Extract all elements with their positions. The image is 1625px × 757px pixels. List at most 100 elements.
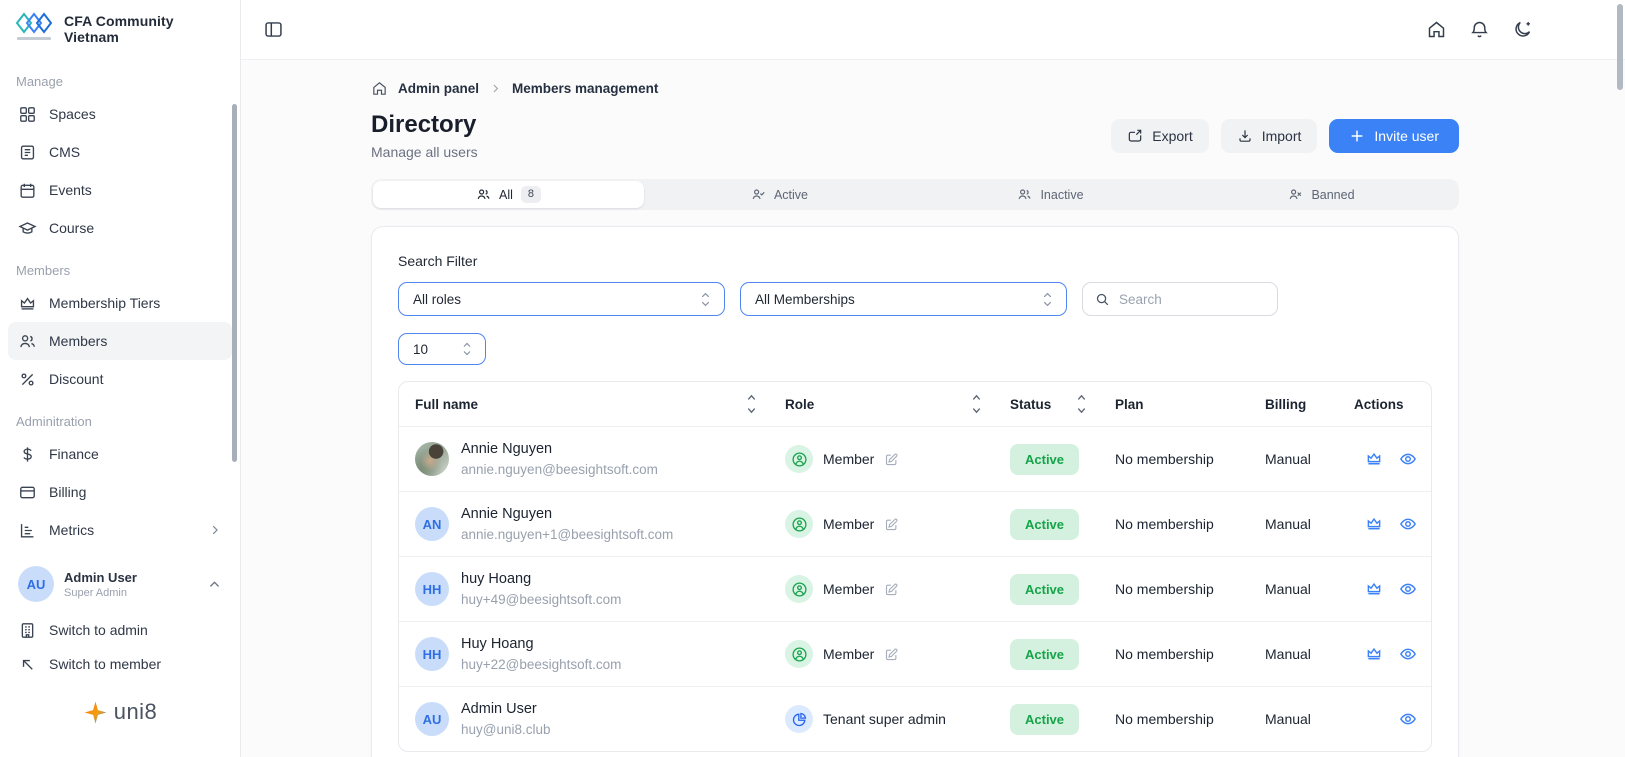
page-scrollbar[interactable] (1617, 4, 1623, 90)
table-row[interactable]: AN Annie Nguyen annie.nguyen+1@beesights… (399, 491, 1431, 556)
avatar: HH (415, 637, 449, 671)
status-badge: Active (1010, 639, 1079, 670)
column-full-name[interactable]: Full name (399, 382, 769, 426)
avatar: AU (18, 566, 54, 602)
users-icon (476, 187, 491, 202)
members-table: Full name Role Status Plan Billing Actio… (398, 381, 1432, 752)
upgrade-crown-button[interactable] (1365, 645, 1383, 663)
invite-user-button[interactable]: Invite user (1329, 119, 1459, 153)
table-row[interactable]: HH Huy Hoang huy+22@beesightsoft.com (399, 621, 1431, 686)
breadcrumb-members-management[interactable]: Members management (512, 81, 658, 96)
member-name: Admin User (461, 701, 551, 717)
plan-value: No membership (1099, 451, 1249, 467)
tab-banned[interactable]: Banned (1186, 181, 1457, 208)
sidebar-item-events[interactable]: Events (8, 171, 232, 209)
page-size-select[interactable]: 10 (398, 333, 486, 365)
view-member-button[interactable] (1399, 645, 1417, 663)
member-email: huy+49@beesightsoft.com (461, 592, 621, 607)
search-input[interactable] (1119, 292, 1249, 307)
sort-icon[interactable] (971, 393, 982, 415)
member-email: huy@uni8.club (461, 722, 551, 737)
export-label: Export (1152, 128, 1192, 144)
view-member-button[interactable] (1399, 710, 1417, 728)
tab-active-label: Active (774, 188, 808, 202)
upgrade-crown-button[interactable] (1365, 515, 1383, 533)
switch-to-admin-label: Switch to admin (49, 622, 148, 638)
dark-mode-icon[interactable] (1512, 19, 1533, 40)
switch-to-member-button[interactable]: Switch to member (8, 647, 232, 681)
status-badge: Active (1010, 704, 1079, 735)
tab-inactive-label: Inactive (1040, 188, 1083, 202)
member-role-icon (785, 575, 813, 603)
sidebar-item-label: Members (49, 333, 107, 349)
edit-role-icon[interactable] (884, 582, 899, 597)
memberships-select[interactable]: All Memberships (740, 282, 1067, 316)
sort-icon[interactable] (746, 393, 757, 415)
sort-icon[interactable] (1076, 393, 1087, 415)
sidebar-item-spaces[interactable]: Spaces (8, 95, 232, 133)
edit-role-icon[interactable] (884, 452, 899, 467)
switch-to-admin-button[interactable]: Switch to admin (8, 613, 232, 647)
sidebar-item-members[interactable]: Members (8, 322, 232, 360)
chevron-right-icon (489, 82, 502, 95)
bar-chart-icon (18, 521, 37, 540)
section-label-members: Members (0, 263, 240, 278)
sidebar-item-course[interactable]: Course (8, 209, 232, 247)
sidebar-item-label: CMS (49, 144, 80, 160)
member-role-icon (785, 510, 813, 538)
upgrade-crown-button[interactable] (1365, 450, 1383, 468)
sidebar: CFA Community Vietnam Manage Spaces CMS … (0, 0, 241, 757)
table-row[interactable]: AU Admin User huy@uni8.club Tenant s (399, 686, 1431, 751)
uni8-logo: uni8 (0, 699, 240, 725)
member-name: Annie Nguyen (461, 506, 673, 522)
column-role[interactable]: Role (769, 382, 994, 426)
download-icon (1237, 128, 1253, 144)
page-title: Directory (371, 111, 478, 139)
sidebar-item-billing[interactable]: Billing (8, 473, 232, 511)
section-label-manage: Manage (0, 74, 240, 89)
bell-icon[interactable] (1469, 19, 1490, 40)
search-icon (1095, 292, 1110, 307)
edit-role-icon[interactable] (884, 517, 899, 532)
export-icon (1127, 128, 1143, 144)
status-badge: Active (1010, 574, 1079, 605)
tab-active[interactable]: Active (644, 181, 915, 208)
import-button[interactable]: Import (1221, 119, 1318, 153)
credit-card-icon (18, 483, 37, 502)
user-menu[interactable]: AU Admin User Super Admin (8, 561, 232, 607)
plan-value: No membership (1099, 646, 1249, 662)
page-content: Admin panel Members management Directory… (371, 60, 1459, 757)
sidebar-scrollbar[interactable] (232, 104, 237, 462)
view-member-button[interactable] (1399, 515, 1417, 533)
import-label: Import (1262, 128, 1302, 144)
upgrade-crown-button[interactable] (1365, 580, 1383, 598)
avatar: AU (415, 702, 449, 736)
brand-name: CFA Community Vietnam (64, 13, 226, 45)
brand[interactable]: CFA Community Vietnam (0, 0, 240, 58)
directory-card: Search Filter All roles All Memberships … (371, 226, 1459, 757)
tab-all[interactable]: All 8 (373, 181, 644, 208)
sidebar-item-cms[interactable]: CMS (8, 133, 232, 171)
roles-select[interactable]: All roles (398, 282, 725, 316)
home-icon[interactable] (371, 80, 388, 97)
tab-all-count-badge: 8 (521, 186, 541, 203)
export-button[interactable]: Export (1111, 119, 1208, 153)
home-icon[interactable] (1426, 19, 1447, 40)
role-label: Member (823, 646, 874, 662)
tab-inactive[interactable]: Inactive (915, 181, 1186, 208)
avatar-photo (415, 442, 449, 476)
table-row[interactable]: HH huy Hoang huy+49@beesightsoft.com (399, 556, 1431, 621)
column-status[interactable]: Status (994, 382, 1099, 426)
view-member-button[interactable] (1399, 450, 1417, 468)
sidebar-toggle-icon[interactable] (263, 19, 284, 40)
table-row[interactable]: Annie Nguyen annie.nguyen@beesightsoft.c… (399, 426, 1431, 491)
sidebar-item-membership-tiers[interactable]: Membership Tiers (8, 284, 232, 322)
view-member-button[interactable] (1399, 580, 1417, 598)
role-label: Member (823, 581, 874, 597)
sidebar-item-finance[interactable]: Finance (8, 435, 232, 473)
breadcrumb-admin-panel[interactable]: Admin panel (398, 81, 479, 96)
edit-role-icon[interactable] (884, 647, 899, 662)
main-area: Admin panel Members management Directory… (241, 0, 1625, 757)
sidebar-item-discount[interactable]: Discount (8, 360, 232, 398)
sidebar-item-metrics[interactable]: Metrics (8, 511, 232, 549)
